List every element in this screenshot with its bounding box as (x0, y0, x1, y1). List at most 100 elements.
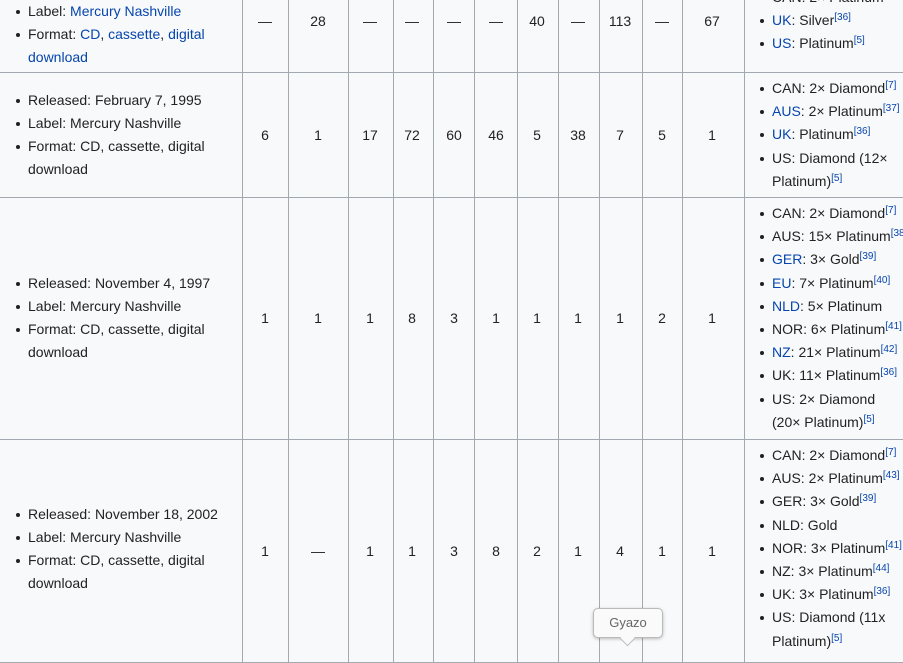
table-row: Released: February 7, 1995 Label: Mercury… (0, 72, 903, 198)
citation-ref[interactable]: [36] (854, 126, 871, 137)
column-divider (348, 439, 349, 662)
region: CAN (772, 447, 802, 463)
region-link[interactable]: NLD (772, 298, 800, 314)
format-link[interactable]: cassette (108, 26, 160, 42)
chart-peak-cell: 3 (450, 542, 458, 559)
region: NLD (772, 516, 801, 533)
citation-ref[interactable]: [5] (831, 173, 842, 184)
chart-peak-cell: 3 (450, 310, 458, 326)
chart-peak-cell: 17 (362, 126, 378, 143)
details-label: Label: (28, 298, 71, 314)
details-item: Label: Mercury Nashville (16, 112, 242, 135)
citation-ref[interactable]: [5] (831, 633, 842, 644)
details-item: Label: Mercury Nashville (16, 0, 242, 23)
certifications-list: CAN: 2× Diamond[7]AUS: 15× Platinum[38]G… (744, 202, 903, 434)
citation-ref[interactable]: [40] (874, 275, 891, 286)
region-link[interactable]: UK (772, 126, 791, 142)
label-link[interactable]: Mercury Nashville (70, 3, 181, 19)
details-value: Mercury Nashville (70, 115, 182, 131)
citation-ref[interactable]: [39] (860, 251, 877, 262)
chart-peak-cell: 2 (658, 310, 666, 326)
details-label: Released: (28, 275, 95, 291)
format-link[interactable]: digital (168, 26, 205, 42)
certification-item: AUS: 2× Platinum[37] (760, 100, 903, 123)
chart-peak-cell: 60 (446, 126, 462, 143)
chart-peak-cell: 113 (608, 13, 632, 29)
region: GER (772, 493, 803, 510)
certification-item: EU: 7× Platinum[40] (760, 272, 903, 295)
column-divider (393, 0, 394, 72)
citation-ref[interactable]: [5] (854, 35, 865, 46)
details-label: Released: (28, 92, 95, 108)
certification-item: UK: 11× Platinum[36] (760, 364, 903, 387)
column-divider (682, 439, 683, 662)
format-link[interactable]: CD (80, 26, 100, 42)
region-link[interactable]: EU (772, 275, 791, 291)
certification-text: : 3× Platinum (790, 563, 873, 580)
chart-peak-cell: 1 (616, 310, 624, 326)
region: AUS (772, 228, 801, 245)
details-item: Format: CD, cassette, digital download (16, 318, 242, 364)
chart-peak-cell: 46 (488, 126, 504, 143)
column-divider (517, 0, 518, 72)
region-link[interactable]: UK (772, 12, 791, 28)
details-list: Released: November 4, 1997 Label: Mercury… (0, 272, 242, 364)
region-link[interactable]: NZ (772, 344, 791, 360)
certification-item: NLD: 5× Platinum (760, 295, 903, 318)
citation-ref[interactable]: [39] (860, 493, 877, 504)
region-link[interactable]: AUS (772, 103, 801, 119)
citation-ref[interactable]: [41] (885, 540, 902, 551)
album-details: Released: November 18, 2002 Label: Mercur… (0, 503, 242, 595)
citation-ref[interactable]: [36] (834, 12, 851, 23)
citation-ref[interactable]: [44] (873, 563, 890, 574)
certifications: CAN: 2× Diamond[7] AUS: 2× Platinum[37] UK… (744, 77, 903, 193)
citation-ref[interactable]: [7] (885, 447, 896, 458)
column-divider (682, 197, 683, 439)
format-link[interactable]: download (28, 49, 88, 65)
region-link[interactable]: GER (772, 251, 802, 267)
citation-ref[interactable]: [7] (885, 80, 896, 91)
details-item: Released: February 7, 1995 (16, 89, 242, 112)
details-item: Format: CD, cassette, digital download (16, 23, 242, 69)
citation-ref[interactable]: [42] (881, 344, 898, 355)
chart-peak-cell: 1 (708, 126, 716, 143)
details-label: Label: (28, 115, 71, 131)
region: NOR (772, 321, 804, 338)
certification-text: : 3× Platinum (791, 586, 874, 603)
details-item: Released: November 18, 2002 (16, 503, 242, 526)
chart-peak-cell: 72 (404, 126, 420, 143)
column-divider (433, 0, 434, 72)
discography-table: Label: Mercury Nashville Format: CD, cass… (0, 0, 903, 663)
citation-ref[interactable]: [41] (885, 321, 902, 332)
details-list: Released: February 7, 1995 Label: Mercury… (0, 89, 242, 181)
details-label: Format: (28, 552, 81, 568)
details-label: Label: (28, 529, 71, 545)
album-details: Released: November 4, 1997 Label: Mercury… (0, 272, 242, 364)
certification-item: US: Diamond (11x Platinum)[5] (760, 606, 902, 652)
details-label: Format: (28, 138, 81, 154)
chart-peak-cell: 5 (533, 126, 541, 143)
details-value: download (28, 161, 88, 177)
certification-item: NZ: 21× Platinum[42] (760, 341, 903, 364)
certification-text: : 5× Platinum (800, 297, 883, 314)
region-link[interactable]: US (772, 35, 791, 51)
citation-ref[interactable]: [36] (880, 367, 897, 378)
chart-peak-cell: 40 (529, 13, 545, 29)
region: NZ (772, 563, 791, 580)
certifications: CAN: 2× Diamond[7] AUS: 2× Platinum[43] GE… (744, 444, 903, 653)
citation-ref[interactable]: [5] (863, 414, 874, 425)
certification-item: NOR: 3× Platinum[41] (760, 537, 903, 560)
citation-ref[interactable]: [7] (885, 205, 896, 216)
certification-item: GER: 3× Gold[39] (760, 490, 903, 513)
details-value: download (28, 344, 88, 360)
chart-peak-cell: — (447, 13, 461, 29)
citation-ref[interactable]: [43] (883, 470, 900, 481)
chart-peak-cell: 1 (261, 542, 269, 559)
citation-ref[interactable]: [37] (883, 103, 900, 114)
citation-ref[interactable]: [38] (891, 228, 903, 239)
citation-ref[interactable]: [36] (874, 586, 891, 597)
chart-peak-cell: — (258, 13, 272, 29)
chart-peak-cell: 5 (658, 126, 666, 143)
certification-text: : Gold (800, 516, 838, 533)
certifications-list: CAN: 2× Platinum[7]UK: Silver[36]US: Pla… (744, 0, 903, 56)
